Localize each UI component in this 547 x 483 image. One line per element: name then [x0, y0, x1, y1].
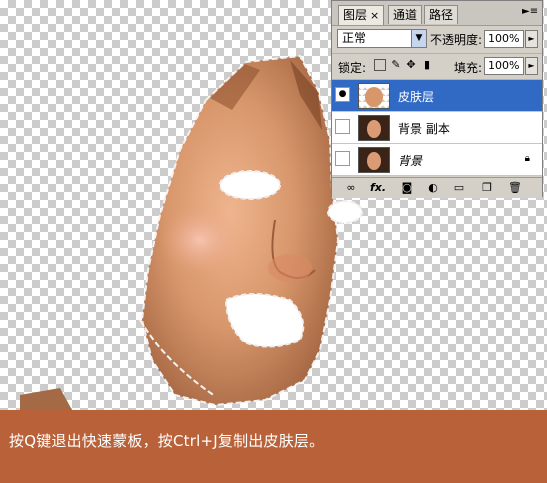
layers-panel: 图层 × 通道 路径 ►≡ 正常 ▼ 不透明度: 100% ► 锁定: ✎ ✥ ▮… — [331, 0, 543, 198]
blend-mode-select[interactable]: 正常 ▼ — [337, 29, 427, 48]
fx-icon[interactable]: fx. — [370, 181, 386, 195]
blend-row: 正常 ▼ 不透明度: 100% ► — [332, 26, 542, 54]
eye-icon[interactable]: ● — [335, 87, 350, 102]
layer-background[interactable]: 背景 🔒︎ — [332, 144, 542, 176]
layers-bottom-bar: ∞ fx. ◙ ◐ ▭ ❐ 🗑︎ — [332, 177, 542, 198]
tab-layers-label: 图层 — [343, 8, 368, 22]
close-icon[interactable]: × — [370, 9, 379, 22]
skin-thumbnail-icon — [365, 87, 383, 107]
visibility-toggle[interactable] — [335, 119, 350, 134]
lock-icon: 🔒︎ — [524, 153, 530, 164]
fill-input[interactable]: 100% — [484, 57, 524, 75]
delete-layer-icon[interactable]: 🗑︎ — [508, 181, 522, 195]
lock-move-icon[interactable]: ✥ — [405, 59, 417, 71]
lock-label: 锁定: — [338, 61, 367, 75]
lock-row: 锁定: ✎ ✥ ▮ 填充: 100% ► — [332, 54, 542, 80]
portrait-thumbnail-icon — [367, 152, 381, 170]
layers-list: ● 皮肤层 背景 副本 背景 🔒︎ — [332, 80, 542, 176]
opacity-stepper-icon[interactable]: ► — [525, 30, 538, 48]
new-layer-icon[interactable]: ❐ — [480, 181, 494, 195]
portrait-thumbnail-icon — [367, 120, 381, 138]
adjustment-layer-icon[interactable]: ◐ — [426, 181, 440, 195]
layer-name: 背景 — [398, 154, 423, 168]
panel-menu-icon[interactable]: ►≡ — [522, 5, 538, 19]
fill-stepper-icon[interactable]: ► — [525, 57, 538, 75]
lock-all-icon[interactable]: ▮ — [421, 59, 433, 71]
tab-paths-label: 路径 — [429, 8, 454, 22]
layer-name: 背景 副本 — [398, 122, 450, 136]
panel-tabbar: 图层 × 通道 路径 ►≡ — [332, 1, 542, 26]
tab-paths[interactable]: 路径 — [424, 5, 459, 24]
caption-bar: 按Q键退出快速蒙板，按Ctrl+J复制出皮肤层。 — [0, 410, 547, 483]
tab-channels[interactable]: 通道 — [388, 5, 423, 24]
opacity-label: 不透明度: — [430, 33, 483, 47]
add-mask-icon[interactable]: ◙ — [400, 181, 414, 195]
new-group-icon[interactable]: ▭ — [452, 181, 466, 195]
caption-text: 按Q键退出快速蒙板，按Ctrl+J复制出皮肤层。 — [9, 432, 325, 450]
lock-paint-icon[interactable]: ✎ — [390, 59, 402, 71]
layer-thumbnail — [358, 115, 390, 141]
lock-transparent-icon[interactable] — [374, 59, 386, 71]
blend-mode-value: 正常 — [342, 31, 367, 45]
tab-layers[interactable]: 图层 × — [338, 5, 385, 25]
layer-thumbnail — [358, 83, 390, 109]
layer-name: 皮肤层 — [398, 90, 435, 104]
tab-channels-label: 通道 — [393, 8, 418, 22]
opacity-input[interactable]: 100% — [484, 30, 524, 48]
layer-skin[interactable]: ● 皮肤层 — [332, 80, 542, 112]
chevron-down-icon[interactable]: ▼ — [411, 30, 426, 47]
visibility-toggle[interactable] — [335, 151, 350, 166]
layer-background-copy[interactable]: 背景 副本 — [332, 112, 542, 144]
link-layers-icon[interactable]: ∞ — [344, 181, 358, 195]
fill-label: 填充: — [454, 61, 483, 75]
layer-thumbnail — [358, 147, 390, 173]
